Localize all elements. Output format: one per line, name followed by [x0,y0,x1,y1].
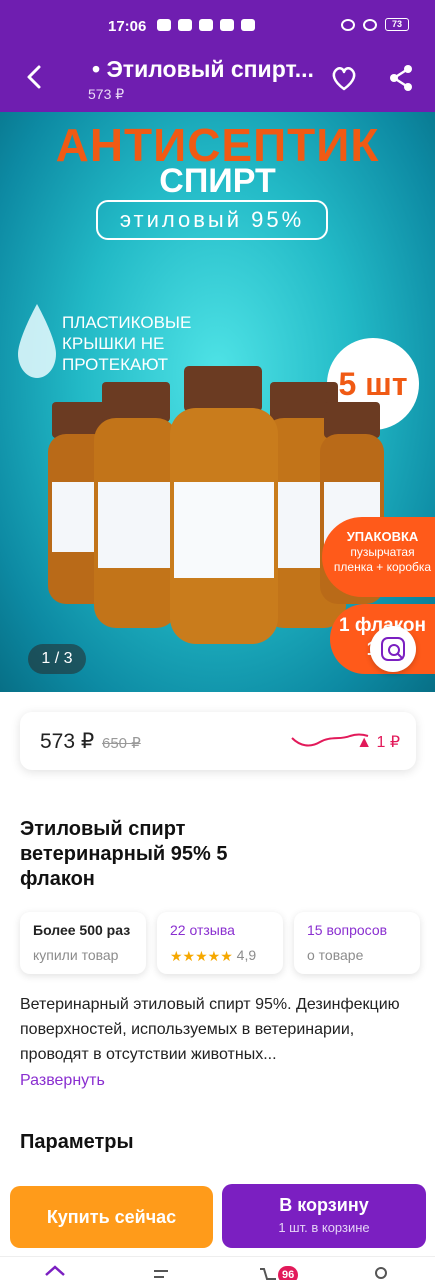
current-price: 573 ₽ [40,730,95,753]
header-price: 573 ₽ [88,86,125,102]
buy-now-button[interactable]: Купить сейчас [10,1186,213,1248]
share-icon[interactable] [386,63,416,93]
status-time: 17:06 [108,18,147,35]
stats-row: Более 500 раз купили товар 22 отзыва ★★★… [20,912,420,974]
rating-stars-icon: ★★★★★ [170,947,233,964]
packaging-note: УПАКОВКА пузырчатая пленка + коробка [322,517,435,597]
packaging-title: УПАКОВКА [346,529,419,544]
questions-count: 15 вопросов [307,922,388,938]
battery-icon: 73 [385,18,409,31]
cart-badge: 96 [278,1266,299,1280]
reviews-rating: ★★★★★ 4,9 [170,947,270,965]
wifi-icon [363,18,377,31]
image-search-icon[interactable] [370,626,416,672]
cart-icon[interactable] [258,1265,280,1280]
cart-count-text: 1 шт. в корзине [278,1220,370,1235]
old-price: 650 ₽ [102,735,141,752]
reviews-count: 22 отзыва [170,922,235,938]
image-subline: СПИРТ [159,162,276,200]
bottom-actions: Купить сейчас В корзину 1 шт. в корзине [0,1176,435,1256]
catalog-icon[interactable] [150,1265,172,1280]
expand-link[interactable]: Развернуть [20,1072,105,1090]
price-card[interactable]: 573 ₽ 650 ₽ ▲ 1 ₽ [20,712,416,770]
notification-icons [157,19,255,31]
packaging-text: пузырчатая пленка + коробка [333,545,432,574]
product-image-gallery[interactable]: АНТИСЕПТИК СПИРТ этиловый 95% ПЛАСТИКОВЫ… [0,112,435,692]
purchases-label: купили товар [33,947,119,963]
purchases-card[interactable]: Более 500 раз купили товар [20,912,146,974]
questions-card[interactable]: 15 вопросов о товаре [294,912,420,974]
price-delta: ▲ 1 ₽ [356,734,400,751]
product-title: Этиловый спирт ветеринарный 95% 5 флакон [20,818,228,890]
notification-icon [157,19,171,31]
header-title: • Этиловый спирт... [92,56,314,82]
notification-icon [178,19,192,31]
parameters-heading: Параметры [20,1131,134,1153]
reviews-card[interactable]: 22 отзыва ★★★★★ 4,9 [157,912,283,974]
questions-label: о товаре [307,947,364,963]
image-pill: этиловый 95% [96,200,328,240]
add-to-cart-button[interactable]: В корзину 1 шт. в корзине [222,1184,426,1248]
app-header: 17:06 73 • Этиловый спирт... 573 ₽ [0,0,435,112]
product-screen: 17:06 73 • Этиловый спирт... 573 ₽ АНТИС… [0,0,435,1280]
favorite-heart-icon[interactable] [329,63,359,93]
notification-icon [241,19,255,31]
rating-value: 4,9 [236,947,257,963]
gallery-counter: 1 / 3 [28,644,86,674]
profile-icon[interactable] [370,1265,392,1280]
notification-icon [220,19,234,31]
purchases-count: Более 500 раз [33,922,131,938]
notification-icon [199,19,213,31]
back-arrow-icon[interactable] [20,62,50,92]
home-icon[interactable] [44,1265,66,1280]
product-description: Ветеринарный этиловый спирт 95%. Дезинфе… [20,996,400,1063]
alarm-icon [341,18,355,31]
add-to-cart-label: В корзину [279,1195,369,1215]
system-icons: 73 [341,18,409,31]
status-bar: 17:06 73 [0,0,435,48]
tab-bar [0,1256,435,1280]
product-header: • Этиловый спирт... 573 ₽ [0,48,435,112]
